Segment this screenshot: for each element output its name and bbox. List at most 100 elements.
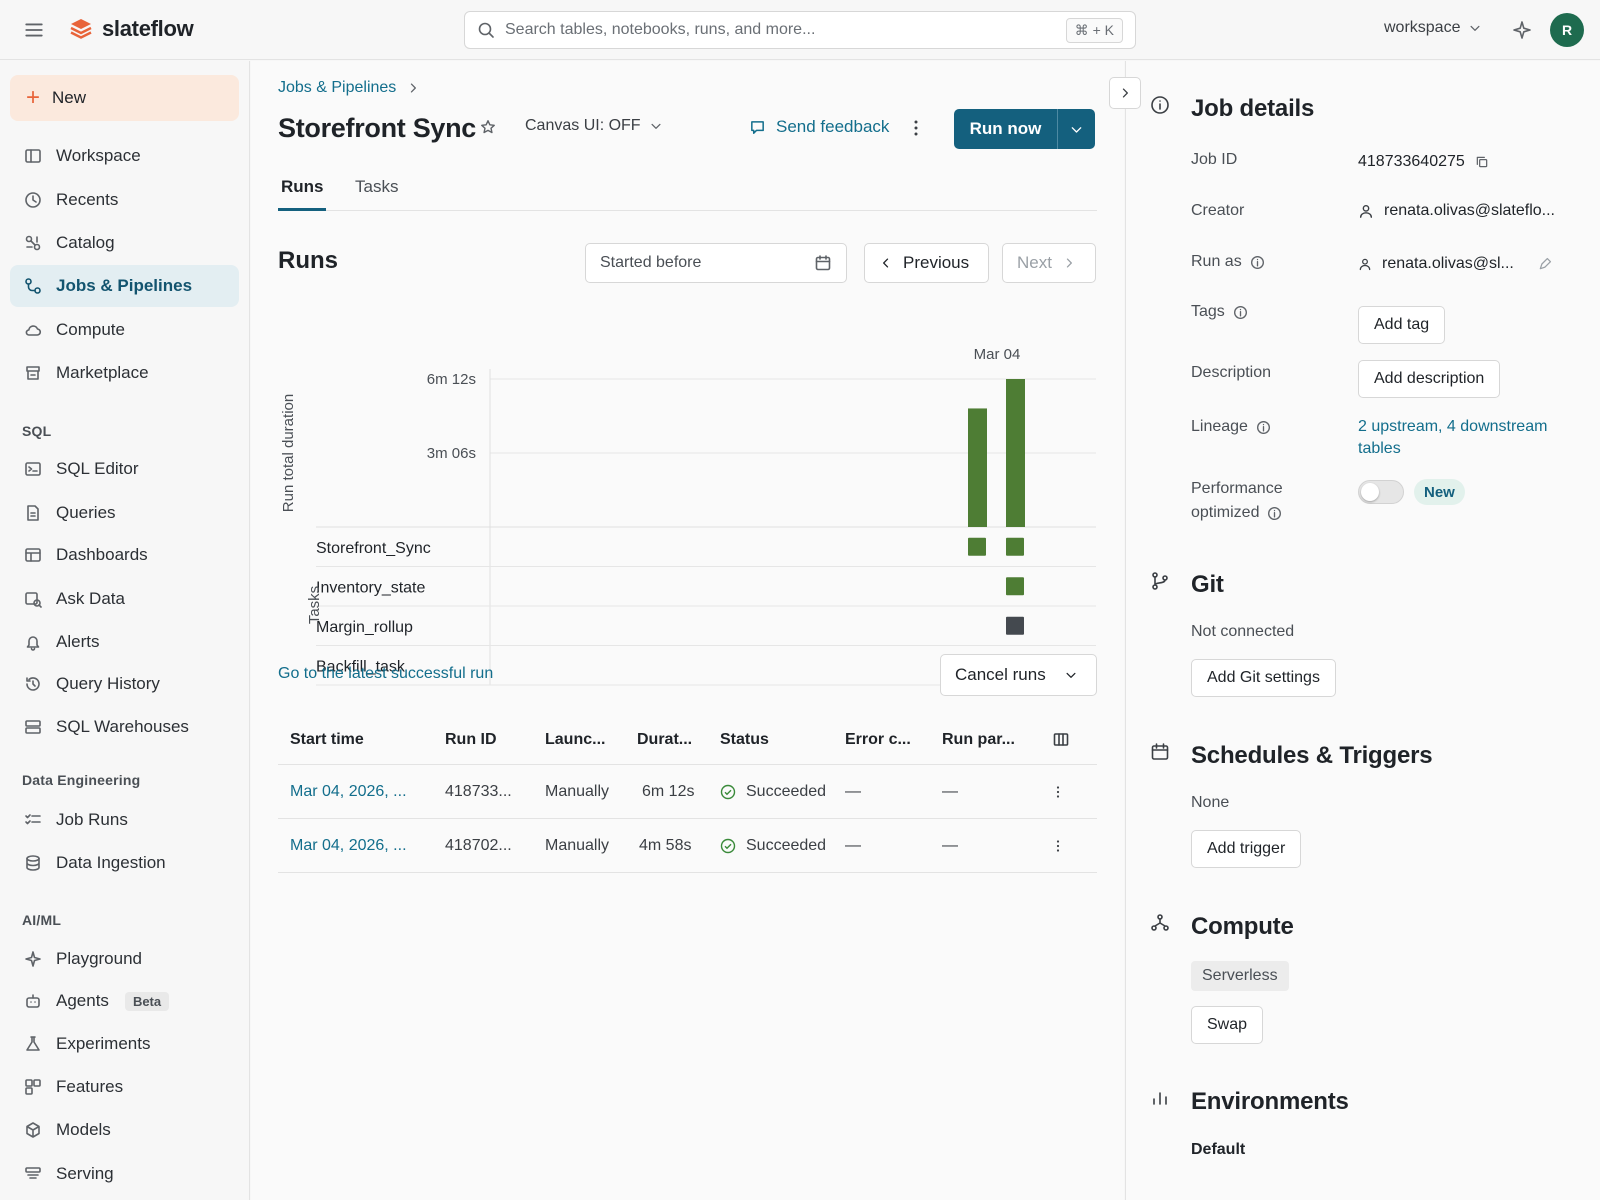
column-settings-icon[interactable] <box>1052 715 1070 764</box>
column-header-start-time[interactable]: Start time <box>290 715 364 764</box>
breadcrumb-jobs-pipelines[interactable]: Jobs & Pipelines <box>278 79 396 97</box>
column-header-run-id[interactable]: Run ID <box>445 715 497 764</box>
latest-successful-run-link[interactable]: Go to the latest successful run <box>278 665 493 683</box>
cancel-runs-label: Cancel runs <box>955 665 1046 684</box>
assistant-sparkle-icon[interactable] <box>1512 20 1532 40</box>
edit-pencil-icon[interactable] <box>1538 257 1552 271</box>
run-launched: Manually <box>545 782 610 800</box>
chevron-left-icon <box>883 258 889 268</box>
active-tab-indicator <box>278 208 326 211</box>
copy-icon[interactable] <box>1475 155 1489 169</box>
sidebar-item-label: Models <box>56 1120 111 1139</box>
sidebar-item-sql-editor[interactable]: SQL Editor <box>10 448 239 490</box>
column-header-run-params[interactable]: Run par... <box>942 715 1015 764</box>
hamburger-menu-icon[interactable] <box>24 20 44 40</box>
tab-runs[interactable]: Runs <box>281 177 324 197</box>
cancel-runs-button[interactable]: Cancel runs <box>940 654 1097 696</box>
creator-label-text: Creator <box>1191 202 1245 219</box>
info-icon[interactable] <box>1267 506 1282 521</box>
add-description-button[interactable]: Add description <box>1358 360 1501 398</box>
performance-optimized-toggle[interactable] <box>1358 480 1404 504</box>
row-actions-icon[interactable] <box>1056 765 1060 818</box>
workspace-selector[interactable]: workspace <box>1384 19 1482 37</box>
canvas-ui-toggle[interactable]: Canvas UI: OFF <box>525 117 663 135</box>
sidebar-item-alerts[interactable]: Alerts <box>10 621 239 663</box>
sidebar-item-label: Serving <box>56 1164 114 1183</box>
sidebar-item-jobs-pipelines[interactable]: Jobs & Pipelines <box>10 265 239 307</box>
y-tick-label: 6m 12s <box>427 371 476 388</box>
dashboard-icon <box>25 548 41 562</box>
run-duration-bar <box>968 408 987 527</box>
add-trigger-button[interactable]: Add trigger <box>1191 830 1302 868</box>
table-row[interactable]: Mar 04, 2026, ... 418702... Manually 4m … <box>278 819 1097 873</box>
app-logo[interactable]: slateflow <box>68 16 194 42</box>
run-start-time-link[interactable]: Mar 04, 2026, ... <box>290 819 407 872</box>
previous-button[interactable]: Previous <box>864 243 989 283</box>
collapse-panel-button[interactable] <box>1109 77 1141 109</box>
info-icon[interactable] <box>1250 255 1265 270</box>
sidebar-item-job-runs[interactable]: Job Runs <box>10 799 239 841</box>
started-before-date-picker[interactable]: Started before <box>585 243 847 283</box>
sidebar-item-experiments[interactable]: Experiments <box>10 1023 239 1065</box>
sidebar-item-catalog[interactable]: Catalog <box>10 222 239 264</box>
new-button[interactable]: + New <box>10 75 239 121</box>
terminal-icon <box>25 462 41 476</box>
favorite-star-icon[interactable] <box>480 119 496 135</box>
add-tag-button[interactable]: Add tag <box>1358 306 1446 344</box>
global-search-input[interactable]: Search tables, notebooks, runs, and more… <box>464 11 1136 49</box>
sidebar-item-compute[interactable]: Compute <box>10 309 239 351</box>
run-start-time-link[interactable]: Mar 04, 2026, ... <box>290 765 407 818</box>
sidebar-item-workspace[interactable]: Workspace <box>10 135 239 177</box>
sidebar-item-playground[interactable]: Playground <box>10 938 239 980</box>
table-row[interactable]: Mar 04, 2026, ... 418733... Manually 6m … <box>278 765 1097 819</box>
sidebar-item-query-history[interactable]: Query History <box>10 663 239 705</box>
sidebar-item-dashboards[interactable]: Dashboards <box>10 534 239 576</box>
info-icon[interactable] <box>1256 420 1271 435</box>
lineage-label-text: Lineage <box>1191 418 1248 435</box>
sidebar-item-label: Marketplace <box>56 363 149 382</box>
creator-label: Creator <box>1191 202 1244 220</box>
run-status: Succeeded <box>720 819 826 872</box>
send-feedback-button[interactable]: Send feedback <box>749 117 889 137</box>
chat-icon <box>25 592 42 608</box>
column-header-error-code[interactable]: Error c... <box>845 715 911 764</box>
success-check-icon <box>720 784 736 799</box>
list-check-icon <box>25 814 41 825</box>
flask-icon <box>26 1036 40 1051</box>
column-header-launched[interactable]: Launc... <box>545 715 605 764</box>
search-icon <box>478 22 494 38</box>
y-axis-label: Run total duration <box>280 394 297 512</box>
git-status: Not connected <box>1191 623 1295 640</box>
column-header-duration[interactable]: Durat... <box>637 715 692 764</box>
info-icon[interactable] <box>1233 305 1248 320</box>
lineage-link[interactable]: 2 upstream, 4 downstream tables <box>1358 418 1547 458</box>
environments-bars-icon <box>1150 1088 1170 1108</box>
swap-compute-button[interactable]: Swap <box>1191 1006 1264 1044</box>
sidebar-item-queries[interactable]: Queries <box>10 492 239 534</box>
sidebar-item-label: Recents <box>56 190 119 209</box>
app-name: slateflow <box>102 16 194 41</box>
column-header-status[interactable]: Status <box>720 715 769 764</box>
feedback-label: Send feedback <box>776 117 890 136</box>
lineage-label: Lineage <box>1191 418 1271 436</box>
sidebar-item-agents[interactable]: Agents Beta <box>10 980 239 1022</box>
sidebar-item-models[interactable]: Models <box>10 1109 239 1151</box>
user-avatar[interactable]: R <box>1550 13 1584 47</box>
sidebar-item-recents[interactable]: Recents <box>10 179 239 221</box>
more-options-icon[interactable] <box>913 118 919 138</box>
sidebar-item-features[interactable]: Features <box>10 1066 239 1108</box>
sidebar-item-sql-warehouses[interactable]: SQL Warehouses <box>10 706 239 748</box>
success-check-icon <box>720 838 736 853</box>
row-actions-icon[interactable] <box>1056 819 1060 872</box>
next-button[interactable]: Next <box>1002 243 1096 283</box>
sidebar-item-serving[interactable]: Serving <box>10 1153 239 1195</box>
bell-icon <box>26 636 40 651</box>
add-git-settings-button[interactable]: Add Git settings <box>1191 659 1336 697</box>
tab-tasks[interactable]: Tasks <box>355 177 398 197</box>
run-now-button[interactable]: Run now <box>954 109 1058 149</box>
sidebar-item-data-ingestion[interactable]: Data Ingestion <box>10 842 239 884</box>
sidebar-item-marketplace[interactable]: Marketplace <box>10 352 239 394</box>
sidebar-item-ask-data[interactable]: Ask Data <box>10 578 239 620</box>
performance-label-line-1: Performance <box>1191 480 1283 497</box>
run-now-dropdown[interactable] <box>1058 109 1095 149</box>
